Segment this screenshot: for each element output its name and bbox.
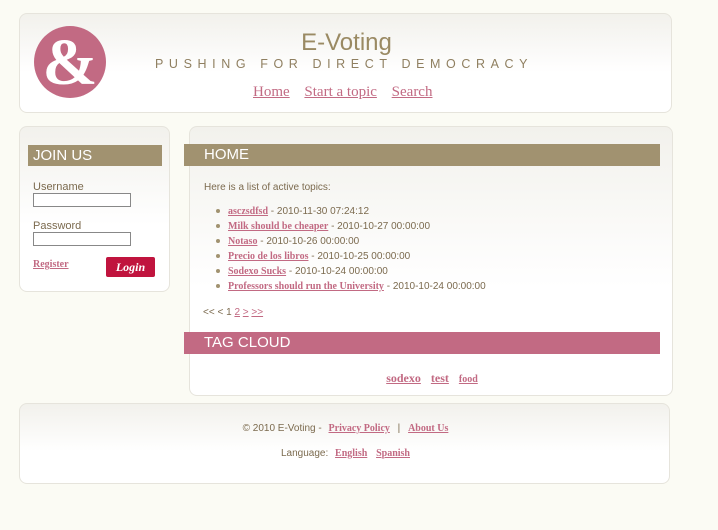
header-panel: & E-Voting PUSHING FOR DIRECT DEMOCRACY … bbox=[19, 13, 672, 113]
tag-cloud-heading: TAG CLOUD bbox=[184, 332, 660, 354]
topic-link[interactable]: Milk should be cheaper bbox=[228, 221, 328, 232]
password-label: Password bbox=[33, 220, 82, 232]
topic-date: - 2010-10-24 00:00:00 bbox=[386, 281, 486, 292]
site-title: E-Voting bbox=[301, 29, 392, 56]
topic-date: - 2010-10-24 00:00:00 bbox=[288, 266, 388, 277]
footer-language-line: Language: English Spanish bbox=[20, 448, 671, 459]
login-button[interactable]: Login bbox=[106, 257, 155, 277]
pager-prev: < bbox=[217, 307, 224, 318]
pager-current: 1 bbox=[226, 307, 232, 318]
username-input[interactable] bbox=[33, 193, 131, 207]
list-item: Notaso - 2010-10-26 00:00:00 bbox=[216, 234, 486, 249]
main-panel: HOME Here is a list of active topics: as… bbox=[184, 126, 674, 396]
topic-link[interactable]: Professors should run the University bbox=[228, 281, 384, 292]
topic-date: - 2010-10-26 00:00:00 bbox=[260, 236, 360, 247]
pager-last-link[interactable]: >> bbox=[251, 307, 263, 318]
list-item: Sodexo Sucks - 2010-10-24 00:00:00 bbox=[216, 264, 486, 279]
username-label: Username bbox=[33, 181, 84, 193]
topic-date: - 2010-10-25 00:00:00 bbox=[311, 251, 411, 262]
footer-copyright-line: © 2010 E-Voting - Privacy Policy | About… bbox=[20, 423, 671, 434]
footer-separator: | bbox=[397, 423, 401, 434]
list-item: asczsdfsd - 2010-11-30 07:24:12 bbox=[216, 204, 486, 219]
topic-link[interactable]: Notaso bbox=[228, 236, 257, 247]
bullet-icon bbox=[216, 239, 220, 244]
topic-date: - 2010-10-27 00:00:00 bbox=[331, 221, 431, 232]
topic-list: asczsdfsd - 2010-11-30 07:24:12 Milk sho… bbox=[216, 204, 486, 294]
topic-link[interactable]: Sodexo Sucks bbox=[228, 266, 286, 277]
main-nav: Home Start a topic Search bbox=[253, 84, 443, 101]
language-label: Language: bbox=[280, 448, 329, 459]
privacy-policy-link[interactable]: Privacy Policy bbox=[329, 423, 390, 434]
nav-search-link[interactable]: Search bbox=[392, 84, 433, 100]
register-link[interactable]: Register bbox=[33, 259, 69, 270]
join-panel: JOIN US Username Password Register Login bbox=[19, 126, 170, 292]
bullet-icon bbox=[216, 254, 220, 259]
topics-intro: Here is a list of active topics: bbox=[204, 182, 331, 193]
pager-first: << bbox=[203, 307, 215, 318]
pager-next-link[interactable]: > bbox=[243, 307, 249, 318]
footer-panel: © 2010 E-Voting - Privacy Policy | About… bbox=[19, 403, 670, 484]
language-spanish-link[interactable]: Spanish bbox=[376, 448, 410, 459]
bullet-icon bbox=[216, 224, 220, 229]
home-heading: HOME bbox=[184, 144, 660, 166]
topic-link[interactable]: asczsdfsd bbox=[228, 206, 268, 217]
language-english-link[interactable]: English bbox=[335, 448, 367, 459]
nav-start-topic-link[interactable]: Start a topic bbox=[304, 84, 376, 100]
bullet-icon bbox=[216, 284, 220, 289]
list-item: Precio de los libros - 2010-10-25 00:00:… bbox=[216, 249, 486, 264]
about-us-link[interactable]: About Us bbox=[408, 423, 448, 434]
password-input[interactable] bbox=[33, 232, 131, 246]
tag-link-sodexo[interactable]: sodexo bbox=[386, 371, 421, 385]
tag-link-test[interactable]: test bbox=[431, 371, 449, 385]
nav-home-link[interactable]: Home bbox=[253, 84, 290, 100]
bullet-icon bbox=[216, 269, 220, 274]
pagination: << < 1 2 > >> bbox=[203, 307, 263, 318]
list-item: Professors should run the University - 2… bbox=[216, 279, 486, 294]
topic-date: - 2010-11-30 07:24:12 bbox=[270, 206, 370, 217]
list-item: Milk should be cheaper - 2010-10-27 00:0… bbox=[216, 219, 486, 234]
topic-link[interactable]: Precio de los libros bbox=[228, 251, 308, 262]
pager-page-2-link[interactable]: 2 bbox=[234, 307, 240, 318]
tag-link-food[interactable]: food bbox=[459, 374, 478, 385]
join-heading: JOIN US bbox=[28, 145, 162, 166]
site-tagline: PUSHING FOR DIRECT DEMOCRACY bbox=[155, 57, 534, 71]
tag-cloud: sodexo test food bbox=[190, 369, 674, 387]
copyright-text: © 2010 E-Voting - bbox=[242, 423, 322, 434]
bullet-icon bbox=[216, 209, 220, 214]
